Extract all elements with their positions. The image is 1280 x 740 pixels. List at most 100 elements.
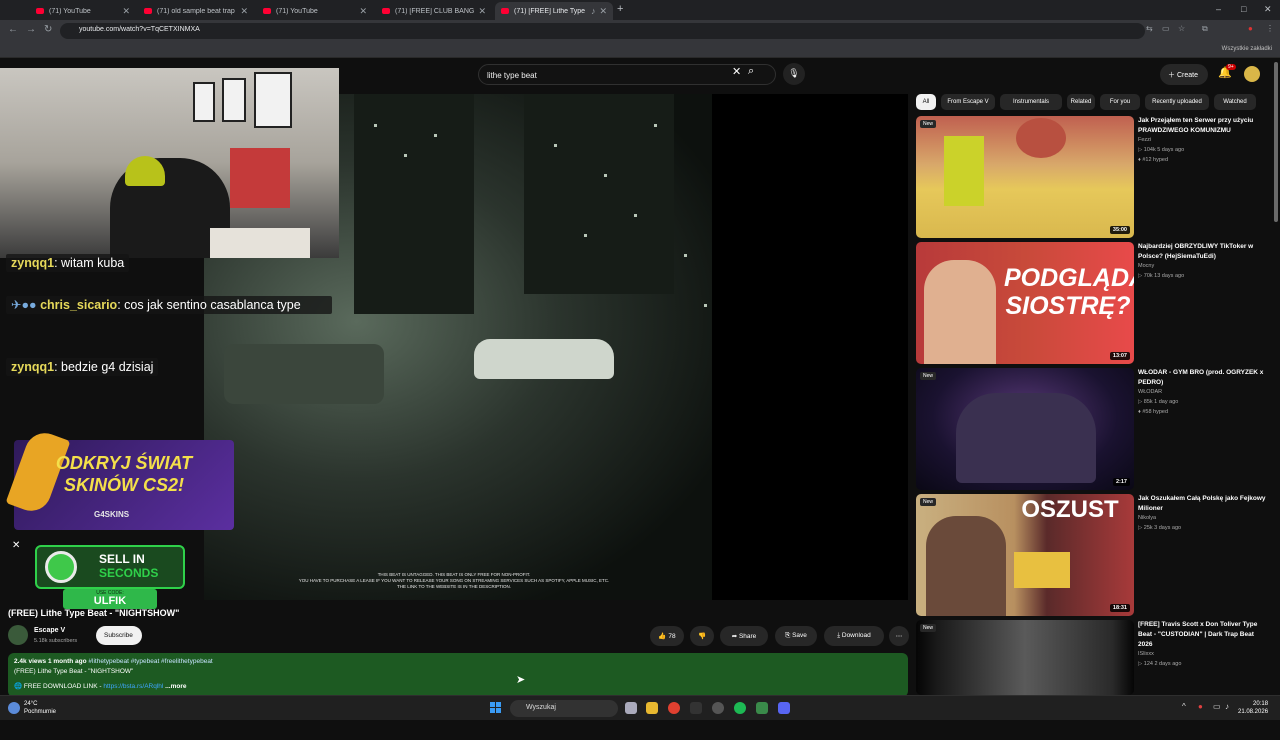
task-view-icon[interactable] bbox=[625, 702, 637, 714]
close-tab-icon[interactable]: ✕ bbox=[240, 6, 248, 17]
close-window-button[interactable]: ✕ bbox=[1264, 4, 1272, 15]
url-text: youtube.com/watch?v=TqCETXINMXA bbox=[79, 26, 200, 33]
recommended-channel[interactable]: Fezzi bbox=[1138, 137, 1151, 143]
app-icon[interactable] bbox=[756, 702, 768, 714]
recommended-channel[interactable]: ISlixxx bbox=[1138, 651, 1154, 657]
recommended-title[interactable]: WŁODAR - GYM BRO (prod. OGRYZEK x PEDRO) bbox=[1138, 368, 1266, 388]
weather-widget[interactable]: 24°C Pochmurnie bbox=[24, 700, 56, 716]
dislike-button[interactable]: 👎 bbox=[690, 626, 714, 646]
speaker-icon[interactable]: ♪ bbox=[591, 6, 596, 16]
create-button[interactable]: ＋ Create bbox=[1160, 64, 1208, 85]
recommended-video[interactable]: New 35:00 Jak Przejąłem ten Serwer przy … bbox=[916, 116, 1276, 238]
recommended-title[interactable]: Najbardziej OBRZYDLIWY TikToker w Polsce… bbox=[1138, 242, 1266, 262]
file-explorer-icon[interactable] bbox=[646, 702, 658, 714]
wall-poster bbox=[222, 78, 246, 122]
bookmark-icon: ⎘ bbox=[785, 632, 791, 639]
chip-instrumentals[interactable]: Instrumentals bbox=[1000, 94, 1062, 110]
download-button[interactable]: ⤓ Download bbox=[824, 626, 884, 646]
address-bar[interactable]: youtube.com/watch?v=TqCETXINMXA bbox=[60, 23, 1145, 39]
chip-from-channel[interactable]: From Escape V bbox=[941, 94, 995, 110]
back-icon[interactable]: ← bbox=[8, 24, 18, 35]
recommended-title[interactable]: [FREE] Travis Scott x Don Toliver Type B… bbox=[1138, 620, 1266, 650]
channel-avatar[interactable] bbox=[8, 625, 28, 645]
scrollbar[interactable] bbox=[1274, 62, 1278, 222]
chat-message: ✈●● chris_sicario: cos jak sentino casab… bbox=[6, 296, 332, 314]
youtube-icon bbox=[144, 8, 152, 14]
chat-message: zynqq1: bedzie g4 dzisiaj bbox=[6, 358, 159, 376]
browser-tab[interactable]: (71) YouTube ✕ bbox=[30, 2, 136, 20]
close-tab-icon[interactable]: ✕ bbox=[359, 6, 367, 17]
save-button[interactable]: ⎘ Save bbox=[775, 626, 817, 646]
extensions-icon[interactable]: ⧉ bbox=[1202, 24, 1208, 34]
chip-related[interactable]: Related bbox=[1067, 94, 1095, 110]
recommended-title[interactable]: Jak Oszukałem Całą Polskę jako Fejkowy M… bbox=[1138, 494, 1266, 514]
channel-name[interactable]: Escape V bbox=[34, 627, 65, 634]
volume-icon[interactable]: ♪ bbox=[1225, 702, 1229, 711]
browser-tab[interactable]: (71) YouTube ✕ bbox=[257, 2, 373, 20]
all-bookmarks-button[interactable]: Wszystkie zakładki bbox=[1222, 46, 1272, 52]
profile-icon[interactable]: ● bbox=[1248, 24, 1253, 33]
description-box[interactable]: 2.4k views 1 month ago #lithetypebeat #t… bbox=[8, 653, 908, 697]
clear-search-icon[interactable]: ✕ bbox=[732, 65, 741, 78]
account-avatar[interactable] bbox=[1244, 66, 1260, 82]
app-icon[interactable] bbox=[690, 702, 702, 714]
chip-recently-uploaded[interactable]: Recently uploaded bbox=[1145, 94, 1209, 110]
minimize-button[interactable]: – bbox=[1216, 4, 1221, 14]
temperature: 24°C bbox=[24, 701, 38, 707]
chrome-icon[interactable] bbox=[668, 702, 680, 714]
taskbar-search[interactable]: Wyszukaj bbox=[510, 700, 618, 717]
hashtags[interactable]: #lithetypebeat #typebeat #freelithetypeb… bbox=[88, 658, 212, 665]
recommended-video[interactable]: New [FREE] Travis Scott x Don Toliver Ty… bbox=[916, 620, 1276, 740]
window-light bbox=[684, 254, 687, 257]
spotify-icon[interactable] bbox=[734, 702, 746, 714]
browser-tab[interactable]: (71) [FREE] CLUB BANGER X 'Bl✕ bbox=[376, 2, 492, 20]
mic-icon[interactable]: 🎙 bbox=[783, 63, 805, 85]
discord-icon[interactable] bbox=[778, 702, 790, 714]
like-button[interactable]: 👍 78 bbox=[650, 626, 684, 646]
download-link[interactable]: https://bsta.rs/ARqlhl bbox=[103, 683, 163, 690]
video-thumbnail[interactable]: New 35:00 bbox=[916, 116, 1134, 238]
more-actions-button[interactable]: ⋯ bbox=[889, 626, 909, 646]
share-button[interactable]: ➦ Share bbox=[720, 626, 768, 646]
recommended-video[interactable]: PODGLĄDA SIOSTRĘ? 13:07 Najbardziej OBRZ… bbox=[916, 242, 1276, 364]
video-thumbnail[interactable]: New bbox=[916, 620, 1134, 695]
recommended-channel[interactable]: WŁODAR bbox=[1138, 389, 1162, 395]
video-thumbnail[interactable]: OSZUST New 18:31 bbox=[916, 494, 1134, 616]
bookmark-star-icon[interactable]: ☆ bbox=[1178, 24, 1185, 33]
weather-icon[interactable] bbox=[8, 702, 20, 714]
recommended-title[interactable]: Jak Przejąłem ten Serwer przy użyciu PRA… bbox=[1138, 116, 1266, 136]
chip-for-you[interactable]: For you bbox=[1100, 94, 1140, 110]
maximize-button[interactable]: □ bbox=[1241, 4, 1246, 14]
chip-watched[interactable]: Watched bbox=[1214, 94, 1256, 110]
recommended-video[interactable]: OSZUST New 18:31 Jak Oszukałem Całą Pols… bbox=[916, 494, 1276, 616]
reload-icon[interactable]: ↻ bbox=[44, 24, 52, 35]
cast-icon[interactable]: ▭ bbox=[1162, 24, 1170, 33]
translate-icon[interactable]: ⇆ bbox=[1146, 24, 1153, 33]
recommended-video[interactable]: New 2:17 WŁODAR - GYM BRO (prod. OGRYZEK… bbox=[916, 368, 1276, 490]
obs-icon[interactable] bbox=[712, 702, 724, 714]
start-button[interactable] bbox=[490, 702, 502, 714]
video-thumbnail[interactable]: New 2:17 bbox=[916, 368, 1134, 490]
close-tab-icon[interactable]: ✕ bbox=[478, 6, 486, 17]
search-icon[interactable]: ⌕ bbox=[748, 65, 754, 78]
subscribe-button[interactable]: Subscribe bbox=[96, 626, 142, 645]
browser-tab-active[interactable]: (71) [FREE] Lithe Type Beat♪✕ bbox=[495, 2, 613, 20]
menu-icon[interactable]: ⋮ bbox=[1266, 24, 1274, 33]
clock[interactable]: 20:18 21.08.2026 bbox=[1238, 700, 1268, 716]
mic-tray-icon[interactable]: ● bbox=[1198, 702, 1203, 711]
chip-all[interactable]: All bbox=[916, 94, 936, 110]
police-car-shape bbox=[474, 339, 614, 379]
close-tab-icon[interactable]: ✕ bbox=[122, 6, 130, 17]
recommended-channel[interactable]: Mocny bbox=[1138, 263, 1154, 269]
network-icon[interactable]: ▭ bbox=[1213, 702, 1221, 711]
close-tab-icon[interactable]: ✕ bbox=[599, 6, 607, 17]
video-thumbnail[interactable]: PODGLĄDA SIOSTRĘ? 13:07 bbox=[916, 242, 1134, 364]
more-link[interactable]: ...more bbox=[165, 683, 186, 690]
browser-tab[interactable]: (71) old sample beat trap - You✕ bbox=[138, 2, 254, 20]
tray-chevron-icon[interactable]: ^ bbox=[1182, 702, 1186, 711]
new-tab-button[interactable]: + bbox=[617, 3, 623, 15]
forward-icon[interactable]: → bbox=[26, 24, 36, 35]
close-icon[interactable]: ✕ bbox=[12, 540, 20, 551]
recommended-channel[interactable]: Nikolya bbox=[1138, 515, 1156, 521]
badge-icons: ✈●● bbox=[11, 298, 37, 312]
